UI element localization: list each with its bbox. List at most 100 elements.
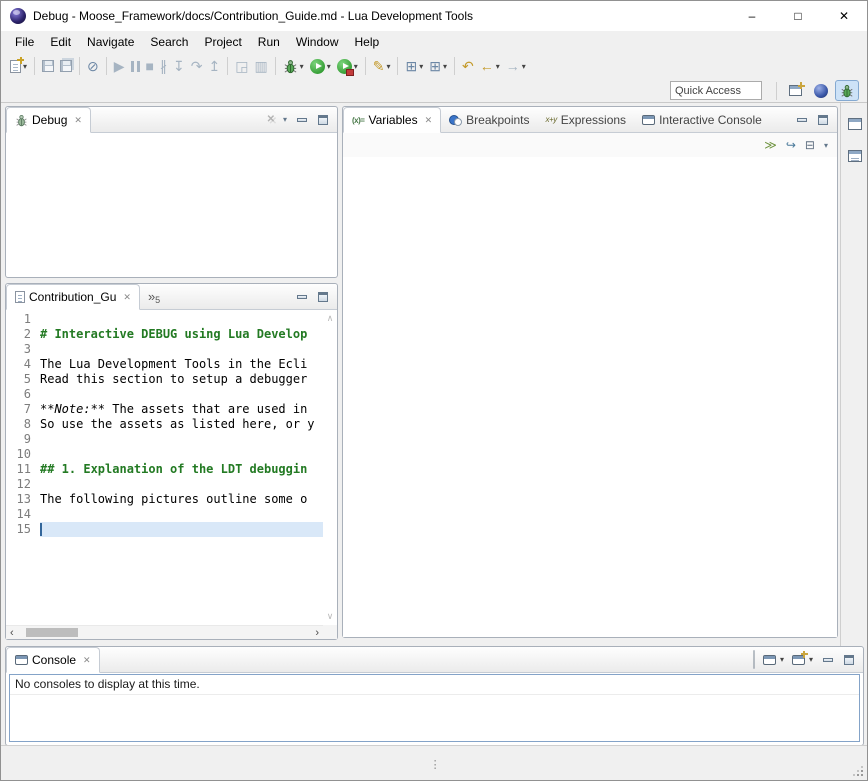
debug-button[interactable]: ▾ bbox=[280, 55, 307, 77]
step-into-button[interactable]: ↧ bbox=[170, 55, 188, 77]
code-text[interactable] bbox=[40, 342, 323, 357]
code-text[interactable]: The following pictures outline some o bbox=[40, 492, 323, 507]
skip-all-breakpoints-button[interactable]: ⊘ bbox=[84, 55, 102, 77]
scrollbar-track[interactable] bbox=[18, 626, 312, 639]
remove-terminated-icon[interactable]: ✕ bbox=[267, 114, 275, 125]
resume-button[interactable]: ▶ bbox=[111, 55, 128, 77]
close-icon[interactable]: ✕ bbox=[74, 115, 82, 126]
minimize-window-button[interactable]: – bbox=[729, 1, 775, 31]
mark-occurrences-button[interactable]: ✎ ▾ bbox=[370, 55, 394, 77]
maximize-window-button[interactable]: □ bbox=[775, 1, 821, 31]
menu-edit[interactable]: Edit bbox=[42, 32, 79, 52]
tab-variables[interactable]: (x)= Variables ✕ bbox=[343, 107, 441, 133]
vertical-scrollbar[interactable]: ∧ ∨ bbox=[323, 310, 337, 625]
code-text[interactable]: ## 1. Explanation of the LDT debuggin bbox=[40, 462, 323, 477]
tab-expressions[interactable]: x+y Expressions bbox=[538, 107, 635, 132]
variables-content[interactable] bbox=[343, 157, 837, 637]
close-window-button[interactable]: ✕ bbox=[821, 1, 867, 31]
menu-run[interactable]: Run bbox=[250, 32, 288, 52]
new-wizard-button[interactable]: ⊞ ▾ bbox=[402, 55, 426, 77]
drop-to-frame-button[interactable]: ◲ bbox=[232, 55, 251, 77]
minimize-view-button[interactable] bbox=[295, 113, 308, 127]
line-number[interactable]: 12 bbox=[6, 477, 40, 492]
code-text[interactable]: **Note:** The assets that are used in bbox=[40, 402, 323, 417]
chevron-down-icon[interactable]: ▾ bbox=[809, 655, 813, 664]
terminate-button[interactable]: ■ bbox=[143, 55, 157, 77]
collapse-all-icon[interactable]: ⊟ bbox=[805, 138, 815, 152]
line-number[interactable]: 13 bbox=[6, 492, 40, 507]
scroll-left-icon[interactable]: ‹ bbox=[10, 627, 14, 639]
scroll-down-icon[interactable]: ∨ bbox=[327, 611, 334, 622]
forward-button[interactable]: → ▾ bbox=[503, 55, 529, 77]
chevron-down-icon[interactable]: ▾ bbox=[327, 62, 331, 71]
code-text[interactable]: # Interactive DEBUG using Lua Develop bbox=[40, 327, 323, 342]
menu-window[interactable]: Window bbox=[288, 32, 347, 52]
run-button[interactable]: ▾ bbox=[307, 55, 334, 77]
quick-access-input[interactable] bbox=[670, 81, 762, 100]
line-number[interactable]: 5 bbox=[6, 372, 40, 387]
display-console-button[interactable]: ▾ bbox=[763, 655, 784, 665]
view-menu-icon[interactable]: ▾ bbox=[824, 141, 828, 150]
ldt-perspective-button[interactable] bbox=[809, 80, 833, 101]
close-icon[interactable]: ✕ bbox=[425, 115, 433, 126]
code-text[interactable] bbox=[40, 507, 323, 522]
code-text[interactable] bbox=[40, 312, 323, 327]
menu-file[interactable]: File bbox=[7, 32, 42, 52]
editor-content[interactable]: 1 2# Interactive DEBUG using Lua Develop… bbox=[6, 310, 323, 625]
last-edit-location-button[interactable]: ↶ bbox=[459, 55, 477, 77]
code-text[interactable] bbox=[40, 522, 323, 537]
external-tools-button[interactable]: ▾ bbox=[334, 55, 361, 77]
line-number[interactable]: 3 bbox=[6, 342, 40, 357]
line-number[interactable]: 7 bbox=[6, 402, 40, 417]
chevron-down-icon[interactable]: ▾ bbox=[443, 62, 447, 71]
chevron-down-icon[interactable]: ▾ bbox=[496, 62, 500, 71]
scroll-right-icon[interactable]: › bbox=[315, 627, 319, 639]
close-icon[interactable]: ✕ bbox=[83, 655, 91, 666]
resize-grip-icon[interactable] bbox=[852, 765, 864, 777]
code-text[interactable] bbox=[40, 432, 323, 447]
drag-handle-icon[interactable]: ⋮ bbox=[430, 758, 440, 771]
code-text[interactable]: Read this section to setup a debugger bbox=[40, 372, 323, 387]
menu-search[interactable]: Search bbox=[142, 32, 196, 52]
show-logical-structures-icon[interactable]: ≫ bbox=[764, 138, 777, 152]
console-content[interactable]: No consoles to display at this time. bbox=[9, 674, 860, 742]
scrollbar-thumb[interactable] bbox=[26, 628, 78, 637]
menu-project[interactable]: Project bbox=[196, 32, 249, 52]
line-number[interactable]: 6 bbox=[6, 387, 40, 402]
menu-navigate[interactable]: Navigate bbox=[79, 32, 142, 52]
editor-overflow-tabs[interactable]: » 5 bbox=[140, 284, 168, 309]
line-number[interactable]: 9 bbox=[6, 432, 40, 447]
restore-view-button-1[interactable] bbox=[845, 115, 865, 133]
line-number[interactable]: 2 bbox=[6, 327, 40, 342]
open-perspective-button[interactable] bbox=[783, 80, 807, 101]
tab-interactive-console[interactable]: Interactive Console bbox=[634, 107, 770, 132]
open-console-button[interactable]: ▾ bbox=[792, 655, 813, 665]
minimize-view-button[interactable] bbox=[821, 653, 834, 667]
chevron-down-icon[interactable]: ▾ bbox=[419, 62, 423, 71]
line-number[interactable]: 10 bbox=[6, 447, 40, 462]
maximize-view-button[interactable] bbox=[316, 113, 329, 127]
insert-variable-icon[interactable]: ↪ bbox=[786, 138, 796, 152]
maximize-view-button[interactable] bbox=[842, 653, 855, 667]
view-menu-icon[interactable]: ▾ bbox=[283, 115, 287, 124]
code-text[interactable]: So use the assets as listed here, or y bbox=[40, 417, 323, 432]
tab-console[interactable]: Console ✕ bbox=[6, 647, 100, 673]
code-text[interactable] bbox=[40, 387, 323, 402]
step-return-button[interactable]: ↥ bbox=[205, 55, 223, 77]
maximize-view-button[interactable] bbox=[816, 113, 829, 127]
tab-breakpoints[interactable]: Breakpoints bbox=[441, 107, 537, 132]
debug-view-content[interactable] bbox=[6, 133, 337, 277]
line-number[interactable]: 15 bbox=[6, 522, 40, 537]
menu-help[interactable]: Help bbox=[347, 32, 388, 52]
chevron-down-icon[interactable]: ▾ bbox=[300, 62, 304, 71]
save-all-button[interactable] bbox=[57, 55, 75, 77]
chevron-down-icon[interactable]: ▾ bbox=[522, 62, 526, 71]
line-number[interactable]: 14 bbox=[6, 507, 40, 522]
code-text[interactable] bbox=[40, 447, 323, 462]
pin-console-button[interactable] bbox=[753, 651, 755, 669]
chevron-down-icon[interactable]: ▾ bbox=[780, 655, 784, 664]
tab-contribution-guide[interactable]: Contribution_Gu ✕ bbox=[6, 284, 140, 310]
open-element-button[interactable]: ⊞ ▾ bbox=[426, 55, 450, 77]
new-button[interactable]: ▾ bbox=[7, 55, 30, 77]
disconnect-button[interactable]: ∦ bbox=[157, 55, 170, 77]
